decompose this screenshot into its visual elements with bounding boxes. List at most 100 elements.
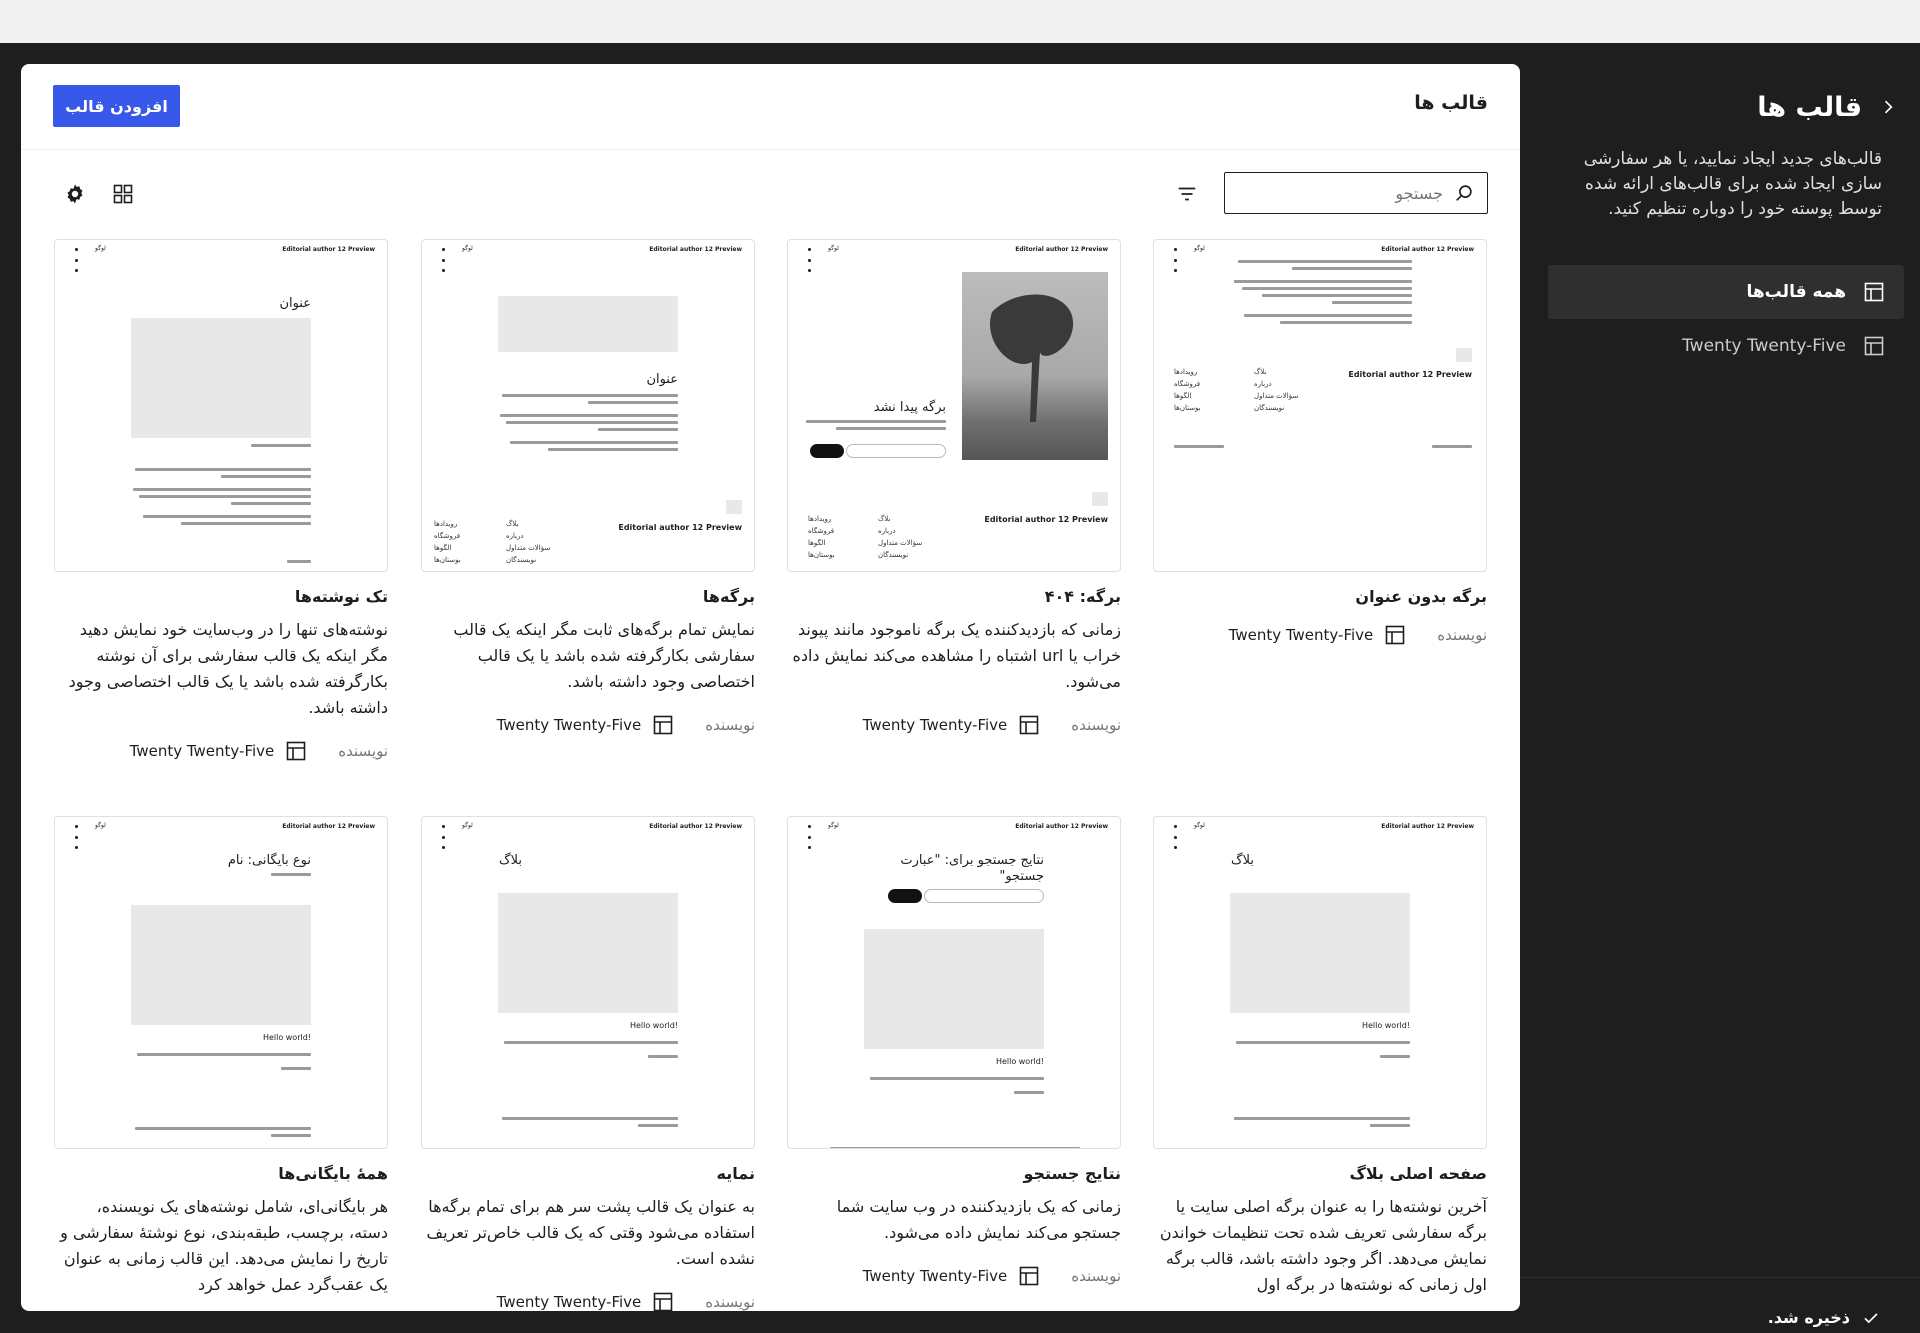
search-box[interactable] [1224, 172, 1488, 214]
more-actions-button[interactable] [1168, 248, 1182, 272]
preview-text-line [1292, 267, 1412, 270]
more-actions-button[interactable] [436, 248, 450, 272]
filter-icon [1178, 187, 1196, 201]
preview-footer-title: Editorial author 12 Preview [1348, 370, 1472, 379]
template-title[interactable]: همهٔ بایگانی‌ها [278, 1164, 388, 1183]
template-preview[interactable]: Editorial author 12 Preview لوگو نتایج ج… [787, 816, 1121, 1149]
more-actions-button[interactable] [69, 248, 83, 272]
preview-text-line [1332, 301, 1412, 304]
template-title[interactable]: تک نوشته‌ها [295, 587, 388, 606]
template-preview[interactable]: Editorial author 12 Preview لوگو عنوان E… [421, 239, 755, 572]
template-title[interactable]: برگه: ۴۰۴ [1045, 587, 1121, 606]
preview-text-line [143, 515, 311, 518]
preview-post-title: Hello world! [629, 1021, 678, 1030]
sidebar-item-label: همه قالب‌ها [1746, 282, 1846, 302]
sidebar-item-all-templates[interactable]: همه قالب‌ها [1548, 265, 1904, 319]
preview-search-field [924, 889, 1044, 903]
template-theme-name: Twenty Twenty-Five [862, 716, 1008, 734]
template-theme-name: Twenty Twenty-Five [496, 716, 642, 734]
template-author: نویسنده [1071, 1267, 1121, 1285]
template-title[interactable]: برگه‌ها [703, 587, 755, 606]
more-actions-button[interactable] [802, 825, 816, 849]
preview-text-line [598, 428, 678, 431]
template-preview[interactable]: Editorial author 12 Preview لوگو عنوان [54, 239, 388, 572]
preview-search-button [810, 444, 844, 458]
template-theme-name: Twenty Twenty-Five [496, 1293, 642, 1311]
preview-heading: نتایج جستجو برای: "عبارت [900, 853, 1044, 868]
template-description: به عنوان یک قالب پشت سر هم برای تمام برگ… [426, 1197, 755, 1268]
template-theme-name: Twenty Twenty-Five [1228, 626, 1374, 644]
preview-text-line [1432, 445, 1472, 448]
preview-heading: جستجو" [999, 869, 1044, 884]
view-options-button[interactable] [60, 179, 90, 209]
preview-footer-col: رویدادها [1174, 368, 1198, 376]
template-theme: Twenty Twenty-Five [863, 1264, 1042, 1288]
filter-button[interactable] [1172, 179, 1202, 209]
preview-photo [962, 272, 1108, 460]
layout-icon [653, 1292, 673, 1311]
more-actions-button[interactable] [436, 825, 450, 849]
preview-logo: لوگو [95, 822, 106, 829]
more-actions-button[interactable] [802, 248, 816, 272]
preview-text-line [1262, 294, 1412, 297]
preview-site-title: Editorial author 12 Preview [1381, 246, 1474, 253]
preview-site-title: Editorial author 12 Preview [282, 246, 375, 253]
preview-search-button [888, 889, 922, 903]
chevron-right-icon [1884, 100, 1893, 114]
preview-text-line [830, 1147, 1080, 1148]
template-description: زمانی که بازدیدکننده یک برگه ناموجود مان… [792, 620, 1121, 691]
preview-text-line [287, 560, 311, 563]
preview-footer-col: بلاگ [1254, 368, 1267, 376]
sidebar-item-twenty-twenty-five[interactable]: Twenty Twenty-Five [1548, 319, 1904, 373]
layout-icon [1864, 336, 1884, 356]
preview-text-line [251, 444, 311, 447]
preview-text-line [548, 448, 678, 451]
template-preview[interactable]: Editorial author 12 Preview لوگو نوع بای… [54, 816, 388, 1149]
preview-footer-col: درباره [878, 527, 896, 535]
browser-top-bar [0, 0, 1920, 43]
preview-image-placeholder [864, 929, 1044, 1049]
preview-heading: بلاگ [498, 853, 522, 868]
preview-site-title: Editorial author 12 Preview [649, 246, 742, 253]
template-title[interactable]: برگه بدون عنوان [1355, 587, 1487, 606]
layout-icon [1019, 1266, 1039, 1286]
preview-text-line [648, 1055, 678, 1058]
template-description: هر بایگانی‌ای، شامل نوشته‌های یک نویسنده… [60, 1197, 388, 1294]
preview-text-line [137, 1053, 311, 1056]
template-title[interactable]: صفحه اصلی بلاگ [1349, 1164, 1487, 1183]
check-icon [1864, 1312, 1878, 1323]
template-preview[interactable]: Editorial author 12 Preview لوگو Editori… [1153, 239, 1487, 572]
page-title: قالب ها [1414, 92, 1488, 114]
templates-frame: قالب ها افزودن قالب Editorial author 12 … [21, 64, 1520, 1311]
preview-text-line [588, 401, 678, 404]
template-title[interactable]: نمایه [717, 1164, 755, 1183]
template-author: نویسنده [1437, 626, 1487, 644]
preview-text-line [1014, 1091, 1044, 1094]
layout-toggle-button[interactable] [108, 179, 138, 209]
preview-footer-col: رویدادها [808, 515, 832, 523]
preview-text-line [1234, 1117, 1410, 1120]
template-title[interactable]: نتایج جستجو [1023, 1164, 1121, 1183]
template-theme: Twenty Twenty-Five [130, 739, 309, 763]
back-button[interactable] [1870, 89, 1906, 125]
preview-logo: لوگو [1194, 245, 1205, 252]
preview-site-title: Editorial author 12 Preview [649, 823, 742, 830]
search-icon [1456, 185, 1472, 201]
layout-icon [1864, 282, 1884, 302]
template-meta: نویسنده Twenty Twenty-Five [54, 739, 388, 763]
search-input[interactable] [1237, 183, 1443, 203]
preview-text-line [502, 394, 678, 397]
more-actions-button[interactable] [1168, 825, 1182, 849]
add-template-button[interactable]: افزودن قالب [53, 85, 180, 127]
template-preview[interactable]: Editorial author 12 Preview لوگو برگه پی… [787, 239, 1121, 572]
template-preview[interactable]: Editorial author 12 Preview لوگو بلاگ He… [421, 816, 755, 1149]
preview-text-line [231, 502, 311, 505]
preview-text-line [502, 1117, 678, 1120]
sidebar-item-label: Twenty Twenty-Five [1682, 336, 1846, 356]
tree-image [990, 294, 1074, 422]
preview-footer-col: الگوها [434, 544, 452, 552]
preview-logo-placeholder [1456, 348, 1472, 362]
more-actions-button[interactable] [69, 825, 83, 849]
save-status: ذخیره شد. [1520, 1277, 1920, 1333]
template-preview[interactable]: Editorial author 12 Preview لوگو بلاگ He… [1153, 816, 1487, 1149]
